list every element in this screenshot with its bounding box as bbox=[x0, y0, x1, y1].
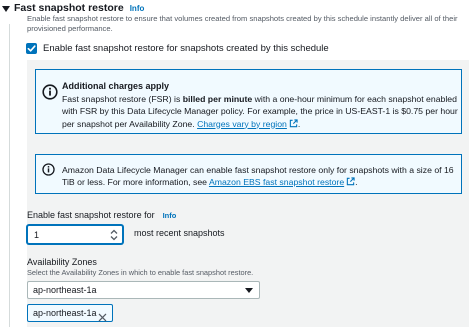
external-link-icon[interactable] bbox=[346, 177, 355, 189]
charges-alert-title: Additional charges apply bbox=[62, 81, 170, 91]
availability-zones-description: Select the Availability Zones in which t… bbox=[27, 268, 254, 277]
fsr-count-suffix: most recent snapshots bbox=[134, 228, 225, 238]
charges-alert-body: Fast snapshot restore (FSR) is billed pe… bbox=[62, 93, 458, 131]
size-alert-text-end: . bbox=[355, 177, 358, 188]
fsr-count-input[interactable] bbox=[27, 225, 123, 244]
info-circle-icon bbox=[42, 84, 58, 105]
checkmark-icon bbox=[27, 45, 36, 52]
charges-text-end: . bbox=[297, 118, 301, 129]
number-stepper-icon[interactable] bbox=[110, 228, 118, 241]
section-description: Enable fast snapshot restore to ensure t… bbox=[27, 14, 458, 33]
availability-zone-token-label: ap-northeast-1a bbox=[33, 308, 97, 318]
caret-down-icon[interactable] bbox=[2, 5, 10, 12]
fsr-count-label: Enable fast snapshot restore for bbox=[27, 210, 155, 220]
close-icon[interactable] bbox=[98, 309, 107, 327]
charges-alert: Additional charges apply Fast snapshot r… bbox=[35, 69, 462, 134]
section-title: Fast snapshot restore bbox=[14, 2, 124, 14]
external-link-icon[interactable] bbox=[289, 118, 298, 131]
availability-zone-token: ap-northeast-1a bbox=[27, 304, 113, 322]
enable-fsr-checkbox-label: Enable fast snapshot restore for snapsho… bbox=[43, 43, 329, 54]
size-alert: Amazon Data Lifecycle Manager can enable… bbox=[35, 154, 462, 194]
enable-fsr-checkbox-row[interactable]: Enable fast snapshot restore for snapsho… bbox=[26, 43, 329, 54]
section-left-rule bbox=[9, 24, 10, 327]
caret-down-icon[interactable] bbox=[245, 288, 253, 293]
availability-zones-label: Availability Zones bbox=[27, 257, 97, 267]
availability-zone-selected: ap-northeast-1a bbox=[33, 285, 97, 295]
enable-fsr-checkbox[interactable] bbox=[26, 43, 37, 54]
ebs-fsr-doc-link[interactable]: Amazon EBS fast snapshot restore bbox=[209, 177, 344, 187]
info-circle-icon bbox=[42, 163, 55, 181]
fsr-count-label-row: Enable fast snapshot restore for Info bbox=[27, 210, 176, 220]
section-header[interactable]: Fast snapshot restore Info bbox=[2, 2, 144, 14]
availability-zone-select[interactable]: ap-northeast-1a bbox=[27, 281, 260, 299]
section-info-link[interactable]: Info bbox=[130, 4, 145, 13]
charges-text-1: Fast snapshot restore (FSR) is bbox=[62, 94, 183, 104]
charges-bold-text: billed per minute bbox=[182, 94, 253, 104]
size-alert-body: Amazon Data Lifecycle Manager can enable… bbox=[62, 164, 457, 190]
charges-vary-link[interactable]: Charges vary by region bbox=[197, 119, 287, 129]
fsr-count-info-link[interactable]: Info bbox=[163, 211, 177, 220]
